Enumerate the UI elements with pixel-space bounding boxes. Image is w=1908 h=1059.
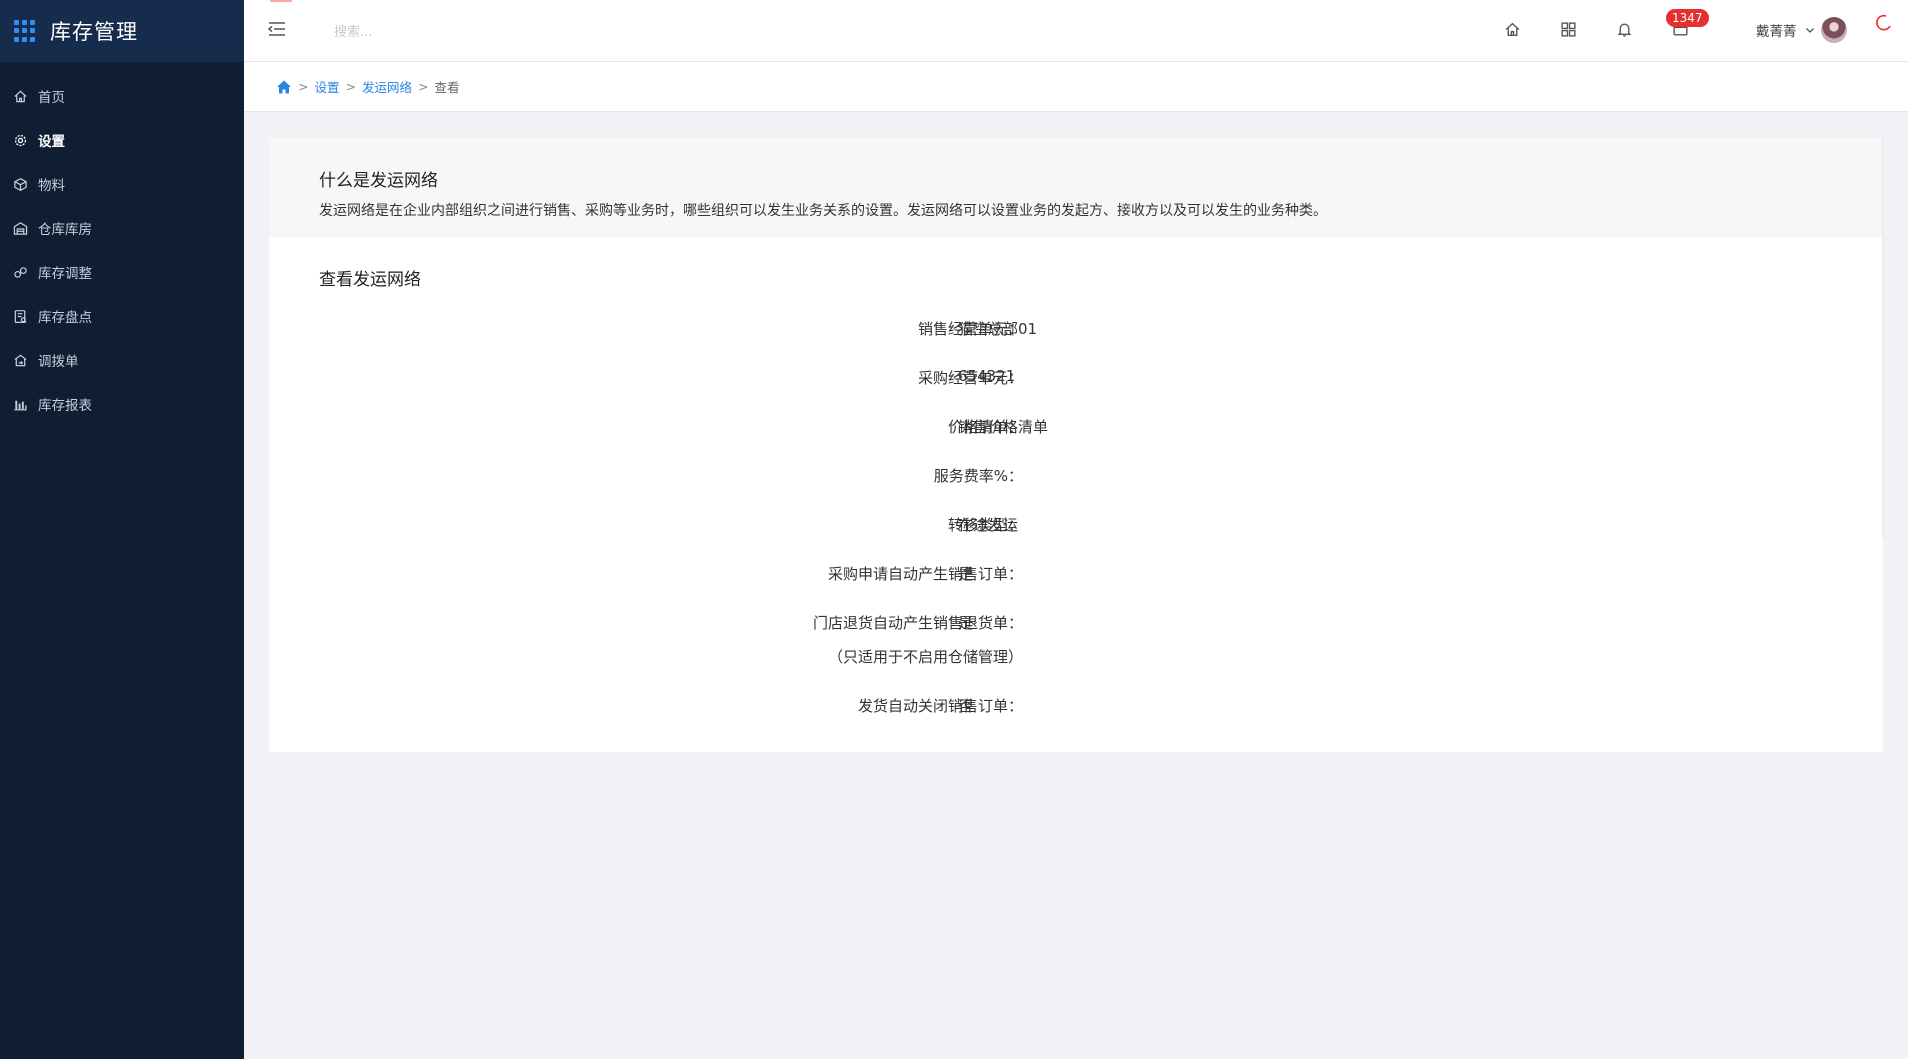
sidebar-menu: 首页 设置 物料 仓库库房 库存调整 库存盘点 调拨单 库存报表 [0, 62, 244, 426]
sidebar-item-label: 库存调整 [38, 266, 92, 282]
detail-value: 是 [958, 614, 974, 632]
breadcrumb-current: 查看 [434, 80, 460, 95]
detail-value: 猫空总部01 [958, 320, 1038, 338]
sidebar-item-label: 库存盘点 [38, 310, 92, 326]
detail-value: 是 [958, 565, 974, 583]
apps-icon[interactable] [1557, 18, 1579, 40]
breadcrumb-link-shipping-network[interactable]: 发运网络 [362, 77, 412, 96]
sidebar-item-label: 设置 [38, 134, 65, 150]
top-navbar: 1347 戴菁菁 [244, 0, 1908, 62]
search-input[interactable] [332, 18, 596, 46]
transfer-icon [12, 352, 28, 368]
detail-value: 销售价格清单 [958, 418, 1049, 436]
sidebar-item-label: 调拨单 [38, 354, 79, 370]
detail-label: 门店退货自动产生销售退货单： [812, 614, 1023, 632]
home-icon [12, 88, 28, 104]
sidebar-item-warehouse[interactable]: 仓库库房 [0, 206, 244, 250]
sidebar-item-home[interactable]: 首页 [0, 74, 244, 118]
sidebar-item-materials[interactable]: 物料 [0, 162, 244, 206]
detail-label: 采购申请自动产生销售订单： [827, 565, 1023, 583]
breadcrumb-separator: > [418, 79, 429, 94]
chevron-down-icon[interactable] [1804, 21, 1816, 33]
apps-grid-icon[interactable] [14, 20, 36, 42]
content-card: 什么是发运网络 发运网络是在企业内部组织之间进行销售、采购等业务时，哪些组织可以… [269, 138, 1883, 752]
tab-indicator [270, 0, 292, 2]
info-box: 什么是发运网络 发运网络是在企业内部组织之间进行销售、采购等业务时，哪些组织可以… [269, 138, 1883, 237]
warehouse-icon [12, 220, 28, 236]
sidebar-item-label: 库存报表 [38, 398, 92, 414]
detail-label: 服务费率%： [933, 467, 1023, 485]
notification-badge: 1347 [1666, 9, 1709, 27]
bar-chart-icon [12, 396, 28, 412]
breadcrumb-home-icon[interactable] [276, 79, 292, 95]
info-title: 什么是发运网络 [319, 171, 438, 191]
gear-icon [12, 132, 28, 148]
detail-value: 在途发运 [958, 516, 1019, 534]
sidebar-item-label: 首页 [38, 90, 65, 106]
user-name[interactable]: 戴菁菁 [1756, 20, 1797, 40]
detail-label: 发货自动关闭销售订单： [857, 697, 1023, 715]
inventory-check-icon [12, 308, 28, 324]
sidebar-item-settings[interactable]: 设置 [0, 118, 244, 162]
detail-title: 查看发运网络 [319, 270, 421, 290]
sidebar-item-label: 仓库库房 [38, 222, 92, 238]
bell-icon[interactable] [1613, 18, 1635, 40]
sidebar-item-stock-adjust[interactable]: 库存调整 [0, 250, 244, 294]
sidebar-item-label: 物料 [38, 178, 65, 194]
breadcrumb-separator: > [345, 79, 356, 94]
brand-header: 库存管理 [0, 0, 244, 62]
sidebar-item-report[interactable]: 库存报表 [0, 382, 244, 426]
detail-value: 654321 [958, 367, 1016, 385]
detail-sublabel: （只适用于不启用仓储管理） [827, 648, 1023, 666]
cube-icon [12, 176, 28, 192]
sidebar-item-stock-check[interactable]: 库存盘点 [0, 294, 244, 338]
card-edge-divider [1882, 138, 1883, 538]
breadcrumb: > 设置 > 发运网络 > 查看 [244, 62, 1908, 112]
sidebar: 库存管理 首页 设置 物料 仓库库房 库存调整 库存盘点 调拨单 库存报表 [0, 0, 244, 1059]
app-title: 库存管理 [50, 20, 138, 44]
adjust-icon [12, 264, 28, 280]
avatar[interactable] [1821, 17, 1847, 43]
home-icon[interactable] [1501, 18, 1523, 40]
menu-toggle-icon[interactable] [266, 18, 288, 40]
breadcrumb-separator: > [298, 79, 309, 94]
loading-spinner-icon [1872, 12, 1894, 34]
info-description: 发运网络是在企业内部组织之间进行销售、采购等业务时，哪些组织可以发生业务关系的设… [319, 203, 1327, 219]
breadcrumb-link-settings[interactable]: 设置 [314, 77, 339, 96]
detail-value: 否 [958, 697, 974, 715]
sidebar-item-transfer[interactable]: 调拨单 [0, 338, 244, 382]
